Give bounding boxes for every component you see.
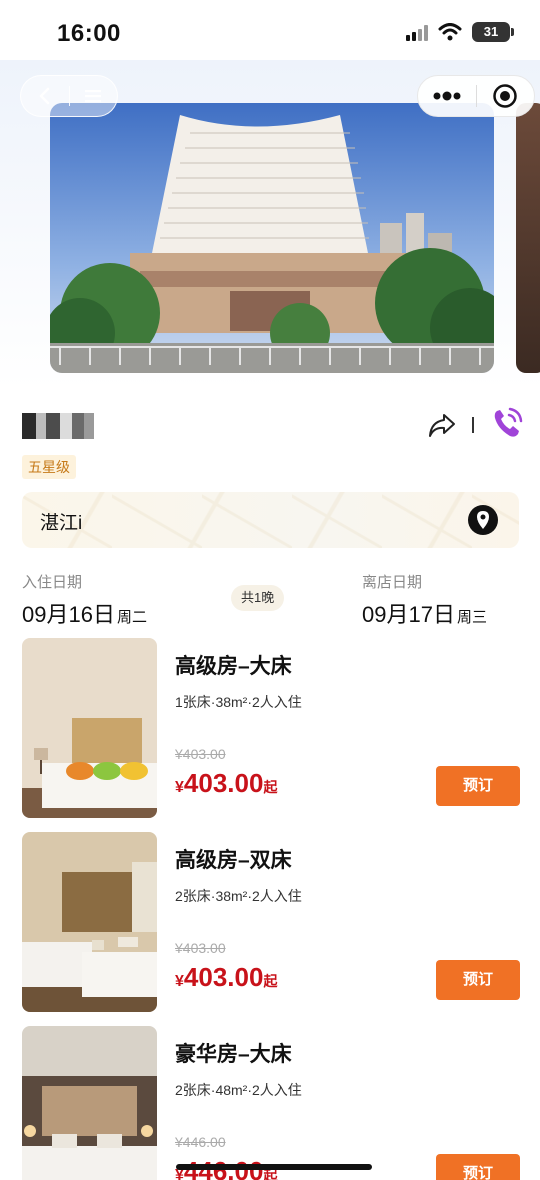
- address-card[interactable]: 湛江i: [22, 492, 519, 548]
- price-amount: 403.00: [183, 962, 264, 992]
- nights-badge: 共1晚: [231, 585, 285, 611]
- nav-capsule: [20, 75, 118, 117]
- room-spec: 2张床·38m²·2人入住: [175, 888, 302, 904]
- room-name: 豪华房–大床: [175, 1043, 292, 1066]
- address-text: 湛江i: [40, 513, 83, 534]
- wifi-icon: [438, 23, 462, 41]
- room-card[interactable]: 高级房–双床 2张床·38m²·2人入住 ¥403.00 ¥403.00起 预订: [22, 832, 520, 1012]
- checkin-weekday: 周二: [116, 609, 147, 626]
- checkout-weekday: 周三: [456, 609, 487, 626]
- checkout-label: 离店日期: [362, 574, 423, 591]
- divider: [472, 417, 474, 433]
- original-price: ¥403.00: [175, 940, 226, 956]
- home-indicator[interactable]: [176, 1164, 372, 1170]
- hotel-name-redacted: [22, 413, 94, 439]
- original-price: ¥446.00: [175, 1134, 226, 1150]
- price-amount: 403.00: [183, 768, 264, 798]
- price-suffix: 起: [263, 779, 278, 795]
- menu-icon: [85, 90, 102, 103]
- share-icon[interactable]: [427, 410, 457, 440]
- menu-button[interactable]: [70, 76, 118, 116]
- price-currency: ¥: [175, 973, 184, 990]
- phone-icon[interactable]: [490, 405, 524, 441]
- original-price: ¥403.00: [175, 746, 226, 762]
- room-photo[interactable]: [22, 1026, 157, 1180]
- checkin-date-text: 09月16日: [22, 602, 115, 627]
- hotel-photo[interactable]: [50, 103, 494, 373]
- price-currency: ¥: [175, 779, 184, 796]
- miniprogram-capsule: [417, 75, 535, 117]
- next-photo-preview[interactable]: [516, 103, 540, 373]
- book-button[interactable]: 预订: [436, 1154, 520, 1180]
- room-card[interactable]: 豪华房–大床 2张床·48m²·2人入住 ¥446.00 ¥446.00起 预订: [22, 1026, 520, 1180]
- room-photo[interactable]: [22, 638, 157, 818]
- signal-icon: [406, 23, 428, 41]
- map-pin-icon[interactable]: [467, 504, 499, 536]
- more-button[interactable]: [418, 76, 476, 116]
- room-price: ¥403.00起: [175, 768, 277, 799]
- room-photo[interactable]: [22, 832, 157, 1012]
- status-icons: 31: [406, 22, 514, 42]
- back-icon: [39, 87, 49, 105]
- room-spec: 2张床·48m²·2人入住: [175, 1082, 302, 1098]
- back-button[interactable]: [21, 76, 69, 116]
- battery-indicator: 31: [472, 22, 514, 42]
- book-button[interactable]: 预订: [436, 766, 520, 806]
- status-time: 16:00: [57, 20, 121, 47]
- book-button[interactable]: 预订: [436, 960, 520, 1000]
- room-name: 高级房–双床: [175, 849, 292, 872]
- checkout-date[interactable]: 09月17日 周三: [362, 597, 487, 629]
- checkin-date[interactable]: 09月16日 周二: [22, 597, 147, 629]
- more-icon: [433, 91, 461, 101]
- close-miniprogram-button[interactable]: [477, 76, 535, 116]
- close-target-icon: [493, 84, 517, 108]
- checkout-date-text: 09月17日: [362, 602, 455, 627]
- room-card[interactable]: 高级房–大床 1张床·38m²·2人入住 ¥403.00 ¥403.00起 预订: [22, 638, 520, 818]
- room-spec: 1张床·38m²·2人入住: [175, 694, 302, 710]
- room-name: 高级房–大床: [175, 655, 292, 678]
- star-level-badge: 五星级: [22, 455, 76, 479]
- price-suffix: 起: [263, 973, 278, 989]
- room-price: ¥403.00起: [175, 962, 277, 993]
- checkin-label: 入住日期: [22, 574, 83, 591]
